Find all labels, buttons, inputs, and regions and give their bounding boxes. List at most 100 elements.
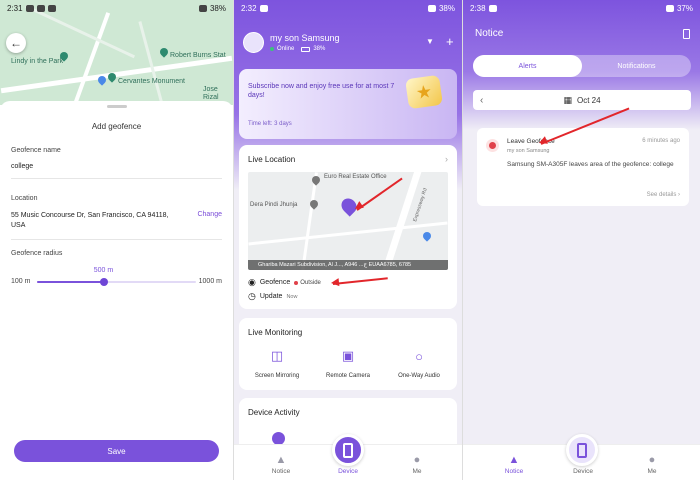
alert-icon: [486, 139, 499, 152]
nav-label: Me: [647, 468, 657, 475]
device-name[interactable]: my son Samsung: [270, 33, 340, 43]
signal-icon: [427, 5, 436, 12]
nav-notice[interactable]: ▲ Notice: [494, 454, 534, 475]
notification-card[interactable]: Leave Geofence 6 minutes ago my son Sams…: [477, 128, 689, 206]
promo-timeleft: Time left: 3 days: [248, 121, 292, 127]
nav-label: Me: [412, 468, 422, 475]
phone-icon[interactable]: [683, 29, 690, 39]
nav-me[interactable]: ● Me: [397, 454, 437, 475]
map-label: Robert Burns Stat: [170, 52, 226, 59]
device-status: Online 38%: [270, 46, 325, 52]
map-pin-icon: [421, 230, 433, 242]
geofence-status: Outside: [294, 280, 321, 286]
notification-time: 6 minutes ago: [642, 138, 680, 144]
radius-max: 1000 m: [198, 278, 222, 285]
geofence-name-field[interactable]: Geofence name college: [11, 147, 222, 179]
divider: [11, 239, 222, 240]
sheet-title: Add geofence: [91, 122, 142, 131]
screen-mirroring-icon: ◫: [270, 348, 284, 363]
card-title: Live Monitoring: [248, 328, 303, 337]
x-icon: [47, 5, 56, 12]
see-details-link[interactable]: See details ›: [647, 192, 680, 198]
live-location-map[interactable]: Expressway Rd Euro Real Estate Office De…: [248, 172, 448, 270]
tab-alerts[interactable]: Alerts: [473, 55, 582, 77]
status-dot-icon: [294, 280, 299, 285]
add-geofence-screen: Lindy in the Park Robert Burns Stat Cerv…: [0, 0, 233, 480]
map-pin-icon: [310, 174, 322, 186]
see-details-label: See details: [646, 192, 677, 198]
card-title: Live Location: [248, 155, 296, 164]
map-label: Jose Rizal: [203, 86, 219, 101]
map-label: Euro Real Estate Office: [324, 174, 387, 180]
chevron-right-icon[interactable]: ›: [445, 154, 448, 164]
geofence-status-text: Outside: [300, 279, 321, 286]
signal-icon: [665, 5, 674, 12]
update-label: Update: [259, 293, 283, 300]
whatsapp-icon: [25, 5, 34, 12]
geofence-icon: ◉: [248, 277, 256, 287]
chevron-down-icon[interactable]: ▼: [426, 37, 434, 46]
battery-icon: [301, 46, 311, 52]
field-label: Geofence name: [11, 147, 61, 154]
person-icon: ●: [648, 454, 656, 466]
monitor-label: One-Way Audio: [398, 373, 440, 379]
location-value: 55 Music Concourse Dr, San Francisco, CA…: [11, 212, 169, 229]
one-way-audio-button[interactable]: ○ One-Way Audio: [389, 348, 449, 380]
nav-label: Device: [338, 468, 358, 475]
person-icon: ●: [413, 454, 421, 466]
radius-min: 100 m: [11, 278, 31, 285]
radius-value: 500 m: [93, 267, 114, 274]
nav-me[interactable]: ● Me: [632, 454, 672, 475]
remote-camera-button[interactable]: ▣ Remote Camera: [318, 348, 378, 379]
avatar[interactable]: [243, 32, 264, 53]
geofence-row[interactable]: ◉ Geofence Outside: [248, 277, 321, 288]
field-label: Geofence radius: [11, 250, 63, 257]
device-tab-button[interactable]: [332, 434, 364, 466]
update-row: ◷ Update Now: [248, 291, 297, 302]
slider-thumb[interactable]: [99, 278, 108, 286]
status-time: 2:38: [470, 4, 486, 13]
notification-icon: [488, 5, 497, 12]
bell-icon: ▲: [508, 454, 520, 466]
status-time: 2:31: [7, 4, 23, 13]
device-screen: 2:32 38% my son Samsung Online 38% ▼ + S…: [234, 0, 462, 480]
change-location-button[interactable]: Change: [197, 211, 222, 218]
promo-banner[interactable]: Subscribe now and enjoy free use for at …: [239, 69, 457, 139]
screen-mirroring-button[interactable]: ◫ Screen Mirroring: [247, 348, 307, 379]
live-location-card[interactable]: Live Location › Expressway Rd Euro Real …: [239, 145, 457, 309]
map-label: Dera Pindi Jhunja: [250, 202, 298, 208]
page-title: Notice: [475, 28, 504, 39]
live-monitoring-card: Live Monitoring ◫ Screen Mirroring ▣ Rem…: [239, 318, 457, 390]
status-battery: 38%: [209, 4, 226, 13]
calendar-icon[interactable]: ▦: [563, 95, 572, 106]
nav-label: Notice: [504, 468, 524, 475]
radius-slider[interactable]: [37, 278, 196, 286]
sheet-handle[interactable]: [106, 105, 127, 108]
notification-device: my son Samsung: [507, 148, 550, 154]
nav-label: Notice: [271, 468, 291, 475]
geofence-name-input[interactable]: college: [11, 163, 222, 170]
map-pin-icon: [158, 46, 170, 58]
bell-icon: ▲: [275, 454, 287, 466]
nav-label: Device: [573, 468, 593, 475]
selected-date[interactable]: Oct 24: [577, 96, 601, 105]
status-bar: 2:32 38%: [234, 0, 462, 17]
notification-body: Samsung SM-A305F leaves area of the geof…: [507, 161, 674, 168]
camera-icon: ▣: [341, 348, 355, 363]
add-icon[interactable]: +: [446, 34, 454, 49]
clock-icon: ◷: [248, 291, 256, 301]
slider-fill: [37, 281, 104, 283]
save-button[interactable]: Save: [14, 440, 219, 462]
chevron-left-icon[interactable]: ‹: [480, 95, 483, 106]
status-bar: 2:31 38%: [0, 0, 233, 17]
notice-screen: 2:38 37% Notice Alerts Notifications ‹ ▦…: [463, 0, 700, 480]
tab-notifications[interactable]: Notifications: [582, 55, 691, 77]
status-time: 2:32: [241, 4, 257, 13]
date-selector: ‹ ▦ Oct 24: [473, 90, 691, 110]
back-button[interactable]: ←: [6, 33, 26, 53]
device-battery: 38%: [313, 46, 326, 52]
phone-icon: [576, 442, 587, 458]
device-tab-button[interactable]: [565, 434, 598, 466]
nav-notice[interactable]: ▲ Notice: [261, 454, 301, 475]
address-bar: Ghariba Mazari Subdivision, Al J..., A94…: [248, 260, 448, 270]
